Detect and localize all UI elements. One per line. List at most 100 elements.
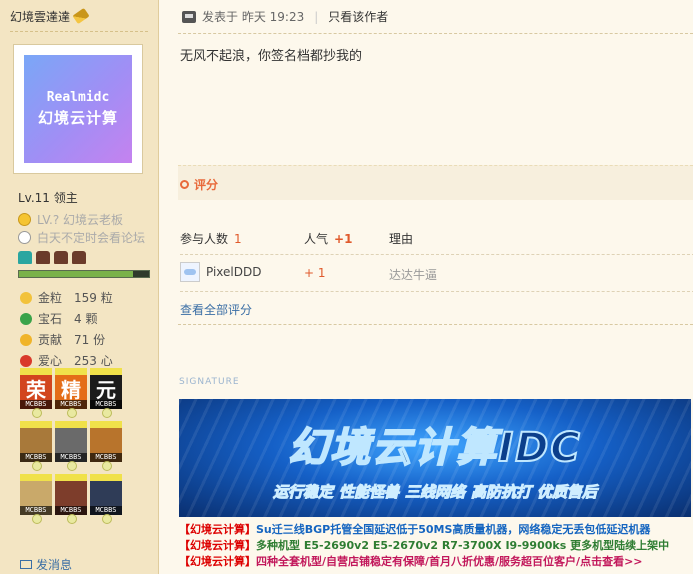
- ad-text[interactable]: 多种机型 E5-2690v2 E5-2670v2 R7-3700X I9-990…: [256, 539, 669, 552]
- rating-table: 参与人数 1 人气 +1 理由 PixelDDD + 1 达达牛逼: [180, 222, 693, 292]
- user-stats: 金粒 159 粒 宝石 4 颗 贡献 71 份 爱心 253 心: [20, 287, 113, 371]
- divider: [178, 33, 693, 34]
- badge-medal[interactable]: MCBBS: [20, 421, 52, 471]
- stat-key: 爱心: [38, 354, 63, 368]
- rating-title-row: 评分: [180, 176, 218, 193]
- signature-banner[interactable]: 幻境云计算IDC 运行稳定 性能怪兽 三线网络 高防抗打 优质售后: [179, 399, 691, 517]
- smiley-icon: [18, 213, 31, 226]
- view-all-ratings-link[interactable]: 查看全部评分: [180, 301, 252, 318]
- stat-value: 159 粒: [74, 291, 113, 305]
- stat-key: 金粒: [38, 291, 63, 305]
- badge-medal[interactable]: MCBBS: [55, 421, 87, 471]
- circle-icon: [180, 180, 189, 189]
- stat-value: 253 心: [74, 354, 113, 368]
- ad-text[interactable]: Su迁三线BGP托管全国延迟低于50MS高质量机器，网络稳定无丢包低延迟机器: [256, 523, 650, 536]
- popularity-label: 人气: [304, 232, 329, 246]
- gem-icon: [20, 312, 32, 325]
- user-status: 白天不定时会看论坛: [37, 231, 146, 245]
- badge-ribbon: [90, 368, 122, 375]
- badge-medal[interactable]: 元 MCBBS: [90, 368, 122, 418]
- rater-user[interactable]: PixelDDD: [180, 262, 261, 282]
- rating-reason: 达达牛逼: [389, 268, 438, 282]
- badge-medal[interactable]: MCBBS: [90, 474, 122, 524]
- avatar-image: Realmidc 幻境云计算: [24, 55, 132, 163]
- badge-pin-icon: [102, 461, 112, 471]
- badge-medal[interactable]: 荣 MCBBS: [20, 368, 52, 418]
- medal-icons: [18, 251, 86, 264]
- ad-line[interactable]: 【幻境云计算】Su迁三线BGP托管全国延迟低于50MS高质量机器，网络稳定无丢包…: [179, 522, 691, 538]
- popularity-header: 人气 +1: [304, 230, 352, 247]
- badge-pin-icon: [67, 514, 77, 524]
- badge-pin-icon: [102, 408, 112, 418]
- helmet-icon: [36, 251, 50, 264]
- banner-tag: 运行稳定: [272, 483, 333, 502]
- contribution-icon: [20, 333, 32, 346]
- badge-ribbon: [20, 421, 52, 428]
- user-level: Lv.11 领主: [18, 191, 78, 205]
- badge-medal[interactable]: MCBBS: [90, 421, 122, 471]
- post-main: 发表于 昨天 19:23 | 只看该作者 无风不起浪，你签名档都抄我的 评分 参…: [160, 0, 693, 574]
- separator: |: [314, 9, 319, 24]
- stat-key: 宝石: [38, 312, 63, 326]
- avatar-text-line1: Realmidc: [46, 90, 110, 105]
- table-row: PixelDDD + 1 达达牛逼: [180, 255, 693, 292]
- signature-label: SIGNATURE: [179, 377, 240, 387]
- divider: [10, 31, 148, 32]
- send-message-link[interactable]: 发消息: [20, 556, 72, 573]
- badge-grid: 荣 MCBBS 精 MCBBS 元 MCBBS MCBBS MCBBS MCBBS MCBBS MC…: [20, 368, 122, 524]
- author-name[interactable]: 幻境雲達達: [10, 10, 70, 24]
- banner-tags: 运行稳定 性能怪兽 三线网络 高防抗打 优质售后: [179, 481, 691, 502]
- avatar[interactable]: Realmidc 幻境云计算: [13, 44, 143, 174]
- stat-row: 贡献 71 份: [20, 329, 113, 350]
- badge-pin-icon: [67, 461, 77, 471]
- rating-value: + 1: [304, 266, 326, 280]
- clock-icon: [18, 231, 31, 244]
- badge-medal[interactable]: 精 MCBBS: [55, 368, 87, 418]
- banner-tag: 优质售后: [537, 483, 598, 502]
- signature-ads: 【幻境云计算】Su迁三线BGP托管全国延迟低于50MS高质量机器，网络稳定无丢包…: [179, 522, 691, 570]
- rater-name[interactable]: PixelDDD: [206, 265, 261, 279]
- post-meta: 发表于 昨天 19:23 | 只看该作者: [182, 8, 388, 25]
- badge-pin-icon: [32, 461, 42, 471]
- user-group[interactable]: LV.? 幻境云老板: [37, 211, 123, 228]
- participants-count: 1: [234, 232, 242, 246]
- reason-header: 理由: [389, 232, 414, 246]
- badge-ribbon: [90, 421, 122, 428]
- avatar-text-line2: 幻境云计算: [37, 109, 118, 127]
- stat-row: 宝石 4 颗: [20, 308, 113, 329]
- ad-line[interactable]: 【幻境云计算】多种机型 E5-2690v2 E5-2670v2 R7-3700X…: [179, 538, 691, 554]
- online-status-icon: [182, 10, 196, 23]
- post-time: 发表于 昨天 19:23: [202, 10, 305, 24]
- stat-key: 贡献: [38, 333, 63, 347]
- post-content: 无风不起浪，你签名档都抄我的: [180, 49, 363, 64]
- rating-header: 评分: [178, 165, 693, 200]
- user-group-row: LV.? 幻境云老板: [18, 211, 123, 228]
- badge-ribbon: [55, 474, 87, 481]
- badge-pin-icon: [67, 408, 77, 418]
- ad-bracket: 【幻境云计算】: [179, 539, 256, 552]
- ad-line[interactable]: 【幻境云计算】四种全套机型/自营店铺稳定有保障/首月八折优惠/服务超百位客户/点…: [179, 554, 691, 570]
- popularity-total: +1: [334, 232, 353, 246]
- banner-title: 幻境云计算IDC: [287, 424, 582, 472]
- badge-pin-icon: [32, 408, 42, 418]
- author-sidebar: 幻境雲達達 Realmidc 幻境云计算 Lv.11 领主 LV.? 幻境云老板…: [0, 0, 159, 574]
- gold-icon: [20, 291, 32, 304]
- stat-row: 金粒 159 粒: [20, 287, 113, 308]
- author-name-row[interactable]: 幻境雲達達: [10, 7, 90, 25]
- envelope-icon: [20, 560, 32, 569]
- send-message-label[interactable]: 发消息: [36, 556, 72, 573]
- ad-text[interactable]: 四种全套机型/自营店铺稳定有保障/首月八折优惠/服务超百位客户/点击查看>>: [256, 555, 643, 568]
- rater-avatar[interactable]: [180, 262, 200, 282]
- pencil-icon: [72, 7, 90, 25]
- participants-label: 参与人数: [180, 232, 229, 246]
- user-status-row: 白天不定时会看论坛: [18, 229, 145, 246]
- badge-pin-icon: [102, 514, 112, 524]
- ad-bracket: 【幻境云计算】: [179, 555, 256, 568]
- banner-tag: 三线网络: [404, 483, 465, 502]
- badge-medal[interactable]: MCBBS: [55, 474, 87, 524]
- divider: [178, 324, 693, 325]
- badge-medal[interactable]: MCBBS: [20, 474, 52, 524]
- only-author-link[interactable]: 只看该作者: [328, 8, 388, 25]
- helmet-icon: [54, 251, 68, 264]
- rating-title: 评分: [194, 178, 219, 192]
